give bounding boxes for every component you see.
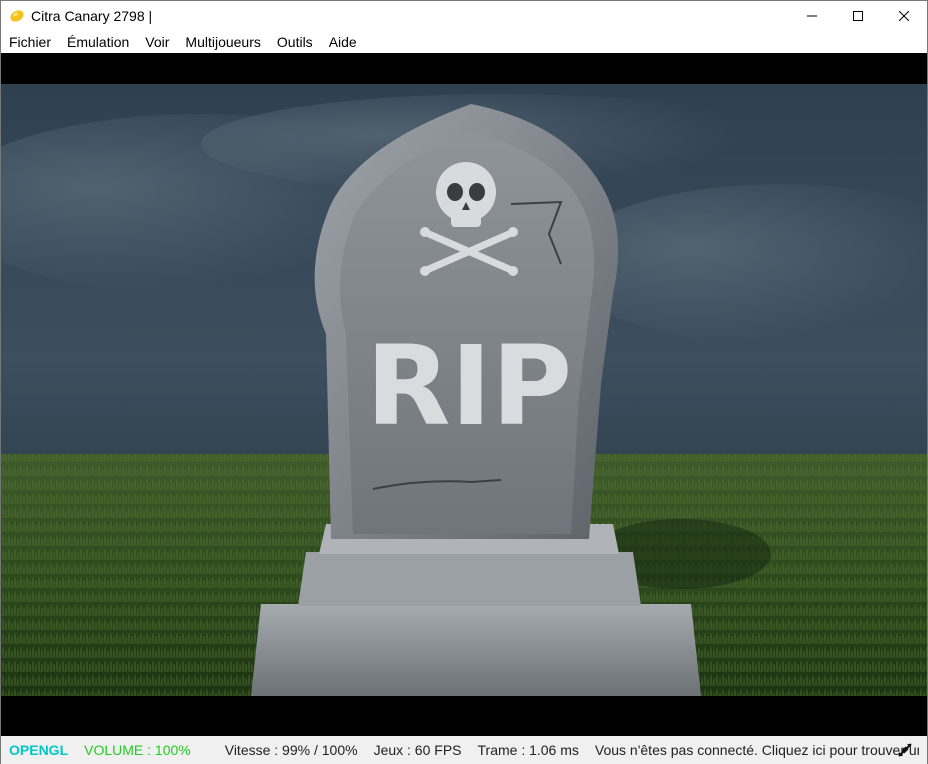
menu-fichier[interactable]: Fichier — [1, 31, 59, 53]
citra-window: Citra Canary 2798 | Fichier Émulation Vo… — [0, 0, 928, 764]
tombstone-text: RIP — [366, 322, 572, 450]
fps-label: Jeux : 60 FPS — [373, 742, 462, 758]
menu-emulation[interactable]: Émulation — [59, 31, 137, 53]
window-controls — [789, 1, 927, 31]
menu-bar: Fichier Émulation Voir Multijoueurs Outi… — [1, 31, 927, 53]
status-bar: OPENGL VOLUME : 100% Vitesse : 99% / 100… — [1, 736, 927, 764]
volume-label[interactable]: VOLUME : 100% — [84, 742, 191, 758]
emulation-screen[interactable]: RIP — [1, 53, 927, 736]
citra-lemon-icon — [10, 10, 24, 22]
close-button[interactable] — [881, 1, 927, 31]
network-disconnected-icon[interactable] — [897, 742, 913, 758]
window-title: Citra Canary 2798 | — [31, 8, 153, 24]
maximize-button[interactable] — [835, 1, 881, 31]
minimize-button[interactable] — [789, 1, 835, 31]
tombstone-image: RIP — [1, 84, 927, 696]
maximize-icon — [853, 11, 863, 21]
title-bar[interactable]: Citra Canary 2798 | — [1, 1, 927, 31]
menu-outils[interactable]: Outils — [269, 31, 321, 53]
speed-label: Vitesse : 99% / 100% — [224, 742, 358, 758]
menu-multijoueurs[interactable]: Multijoueurs — [177, 31, 268, 53]
network-status-message[interactable]: Vous n'êtes pas connecté. Cliquez ici po… — [595, 742, 919, 758]
menu-aide[interactable]: Aide — [321, 31, 365, 53]
frame-time-label: Trame : 1.06 ms — [477, 742, 579, 758]
close-icon — [899, 11, 909, 21]
graphics-api-label[interactable]: OPENGL — [9, 742, 68, 758]
menu-voir[interactable]: Voir — [137, 31, 177, 53]
minimize-icon — [807, 15, 817, 17]
